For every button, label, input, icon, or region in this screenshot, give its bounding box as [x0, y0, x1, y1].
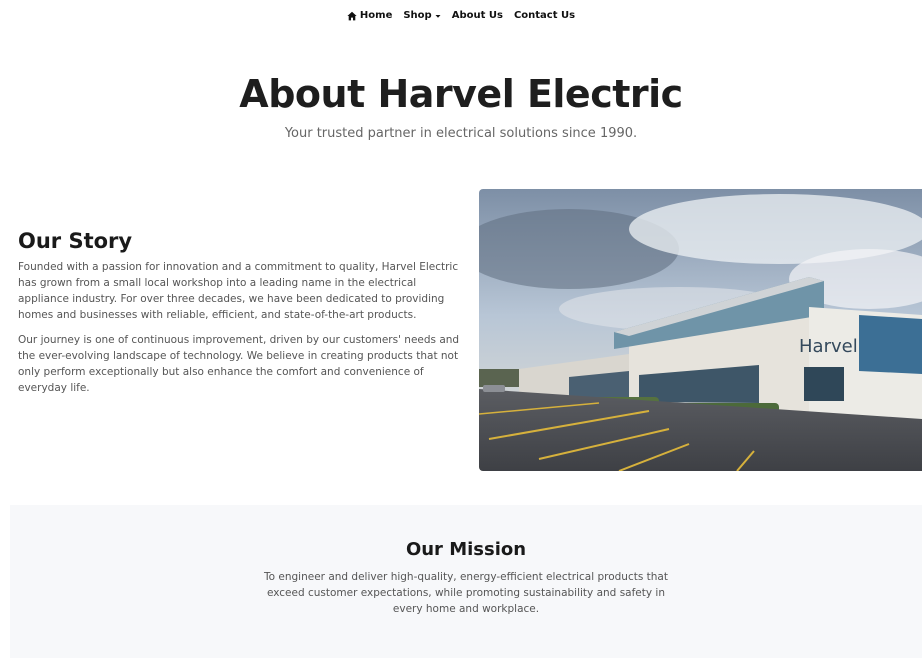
mission-text: To engineer and deliver high-quality, en… [264, 571, 668, 615]
our-story-heading: Our Story [18, 229, 133, 253]
nav-shop[interactable]: Shop [403, 10, 441, 21]
nav-shop-label: Shop [403, 10, 432, 21]
headquarters-photo: Harvel [479, 189, 922, 471]
building-sign: Harvel [799, 336, 858, 357]
nav-home-label: Home [359, 10, 393, 21]
story-paragraph-2: Our journey is one of continuous improve… [18, 334, 460, 394]
nav-home[interactable]: Home [347, 10, 392, 21]
caret-down-icon [435, 14, 441, 18]
story-paragraph-1: Founded with a passion for innovation an… [18, 261, 459, 321]
our-mission-section: Our Mission To engineer and deliver high… [10, 505, 922, 658]
home-icon [347, 11, 357, 20]
our-mission-heading: Our Mission [405, 539, 527, 560]
nav-contact-us[interactable]: Contact Us [514, 10, 575, 21]
page-title: About Harvel Electric [239, 72, 683, 116]
our-story-section: Our Story Founded with a passion for inn… [18, 229, 463, 405]
top-nav: Home Shop About Us Contact Us [0, 10, 922, 21]
nav-about-us[interactable]: About Us [452, 10, 503, 21]
page-subtitle: Your trusted partner in electrical solut… [284, 126, 638, 141]
